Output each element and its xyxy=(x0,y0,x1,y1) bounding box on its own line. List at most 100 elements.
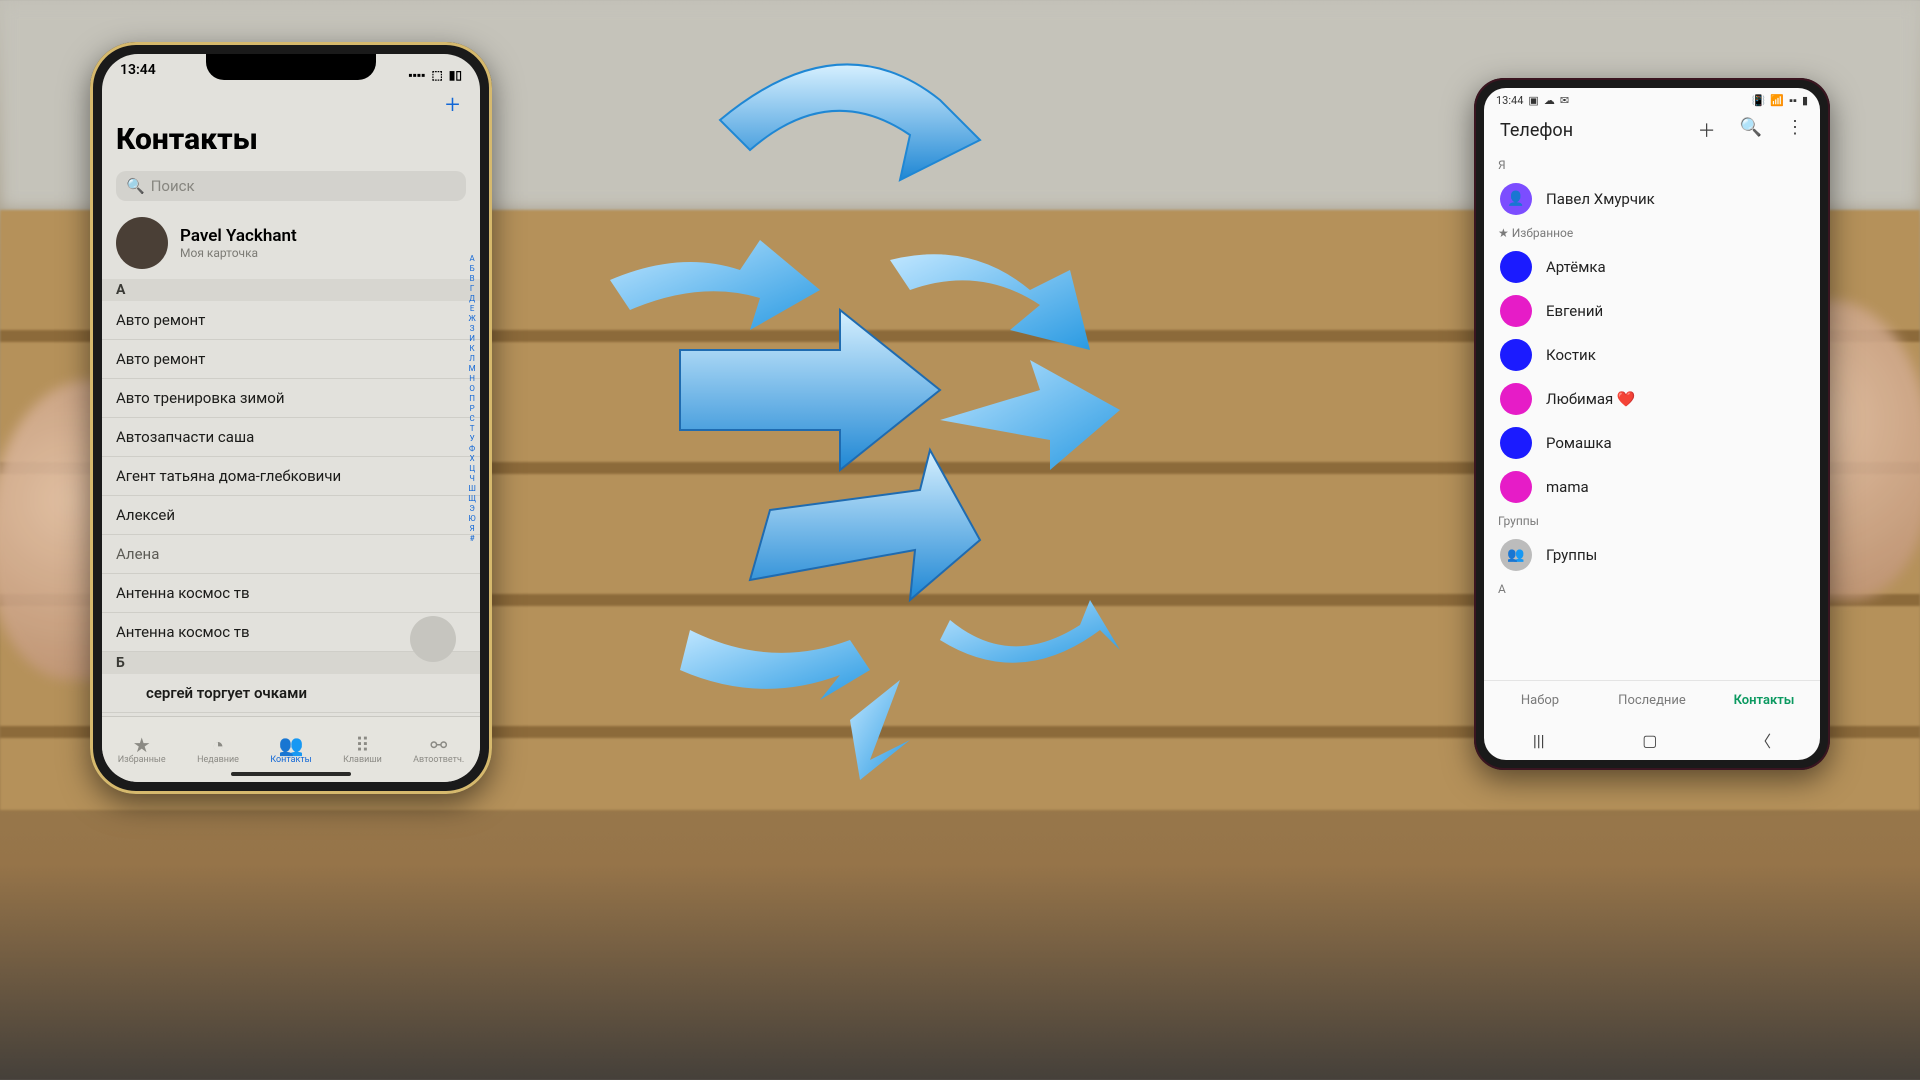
me-contact-row[interactable]: 👤 Павел Хмурчик xyxy=(1484,177,1820,221)
wifi-icon: 📶 xyxy=(1770,94,1784,107)
contact-name: Ромашка xyxy=(1546,434,1612,452)
android-device: 13:44 ▣ ☁ ✉ 📳 📶 ▪▪ ▮ Телефон ＋ 🔍 ⋮ Я 👤 xyxy=(1474,78,1830,770)
more-button[interactable]: ⋮ xyxy=(1786,117,1804,143)
index-letter[interactable]: Щ xyxy=(468,494,476,503)
alphabet-index[interactable]: АБВГДЕЖЗИКЛМНОПРСТУФХЦЧШЩЭЮЯ# xyxy=(468,254,476,543)
favorite-contact-row[interactable]: Артёмка xyxy=(1484,245,1820,289)
status-time: 13:44 xyxy=(120,62,156,88)
contact-color-icon xyxy=(1500,427,1532,459)
tab-Контакты[interactable]: 👥Контакты xyxy=(270,735,311,765)
vibrate-icon: 📳 xyxy=(1752,94,1766,107)
home-indicator[interactable] xyxy=(231,772,351,776)
contact-list[interactable]: AАвто ремонтАвто ремонтАвто тренировка з… xyxy=(102,279,480,752)
iphone-notch xyxy=(206,54,376,80)
contact-row[interactable]: Алексей xyxy=(102,496,480,535)
notification-icon: ▣ xyxy=(1528,94,1538,107)
index-letter[interactable]: И xyxy=(468,334,476,343)
contact-row[interactable]: сергей торгует очками xyxy=(102,674,480,713)
index-letter[interactable]: Ч xyxy=(468,474,476,483)
person-icon: 👤 xyxy=(1500,183,1532,215)
contact-row[interactable]: Агент татьяна дома-глебковичи xyxy=(102,457,480,496)
index-letter[interactable]: О xyxy=(468,384,476,393)
tab-Контакты[interactable]: Контакты xyxy=(1708,681,1820,720)
search-icon: 🔍 xyxy=(126,177,145,195)
index-letter[interactable]: К xyxy=(468,344,476,353)
index-letter[interactable]: Ф xyxy=(468,444,476,453)
contact-color-icon xyxy=(1500,383,1532,415)
cloud-icon: ☁ xyxy=(1544,94,1555,107)
recents-nav-icon[interactable]: ||| xyxy=(1533,731,1545,750)
index-letter[interactable]: Т xyxy=(468,424,476,433)
favorite-contact-row[interactable]: Ромашка xyxy=(1484,421,1820,465)
section-favorites: Избранное xyxy=(1484,221,1820,245)
tab-label: Недавние xyxy=(197,755,239,765)
android-nav-bar: ||| ▢ 〈 xyxy=(1484,720,1820,760)
favorite-contact-row[interactable]: mama xyxy=(1484,465,1820,509)
back-nav-icon[interactable]: 〈 xyxy=(1755,728,1771,752)
page-title: Контакты xyxy=(116,122,466,157)
my-card-row[interactable]: Pavel Yackhant Моя карточка xyxy=(102,209,480,279)
wifi-icon: ⬚ xyxy=(431,68,442,82)
index-letter[interactable]: С xyxy=(468,414,476,423)
tab-icon: 👥 xyxy=(270,735,311,755)
groups-row[interactable]: 👥 Группы xyxy=(1484,533,1820,577)
contact-name: Евгений xyxy=(1546,302,1603,320)
add-contact-button[interactable]: + xyxy=(116,90,466,120)
contact-name: Любимая ❤️ xyxy=(1546,390,1636,408)
contact-name: Костик xyxy=(1546,346,1596,364)
index-letter[interactable]: Ш xyxy=(468,484,476,493)
index-letter[interactable]: Э xyxy=(468,504,476,513)
tab-Клавиши[interactable]: ⠿Клавиши xyxy=(343,735,382,765)
contact-row[interactable]: Авто ремонт xyxy=(102,301,480,340)
tab-Избранные[interactable]: ★Избранные xyxy=(118,735,166,765)
index-letter[interactable]: А xyxy=(468,254,476,263)
contact-row[interactable]: Авто ремонт xyxy=(102,340,480,379)
index-letter[interactable]: З xyxy=(468,324,476,333)
index-letter[interactable]: Е xyxy=(468,304,476,313)
index-letter[interactable]: Х xyxy=(468,454,476,463)
index-letter[interactable]: Н xyxy=(468,374,476,383)
assistive-touch-icon[interactable] xyxy=(410,616,456,662)
home-nav-icon[interactable]: ▢ xyxy=(1642,731,1657,750)
index-letter[interactable]: Я xyxy=(468,524,476,533)
index-letter[interactable]: Ц xyxy=(468,464,476,473)
index-letter[interactable]: М xyxy=(468,364,476,373)
contact-row[interactable]: Авто тренировка зимой xyxy=(102,379,480,418)
index-letter[interactable]: Ж xyxy=(468,314,476,323)
index-letter[interactable]: Г xyxy=(468,284,476,293)
index-letter[interactable]: В xyxy=(468,274,476,283)
battery-icon: ▮▯ xyxy=(449,68,462,82)
index-letter[interactable]: У xyxy=(468,434,476,443)
index-letter[interactable]: Р xyxy=(468,404,476,413)
tab-Набор[interactable]: Набор xyxy=(1484,681,1596,720)
index-letter[interactable]: Л xyxy=(468,354,476,363)
add-button[interactable]: ＋ xyxy=(1698,117,1716,143)
contact-row[interactable]: Антенна космос тв xyxy=(102,574,480,613)
section-me: Я xyxy=(1484,153,1820,177)
favorite-contact-row[interactable]: Евгений xyxy=(1484,289,1820,333)
my-card-subtitle: Моя карточка xyxy=(180,246,297,260)
contact-color-icon xyxy=(1500,471,1532,503)
contact-row[interactable]: Автозапчасти саша xyxy=(102,418,480,457)
index-letter[interactable]: П xyxy=(468,394,476,403)
contact-row[interactable]: Алена xyxy=(102,535,480,574)
favorite-contact-row[interactable]: Любимая ❤️ xyxy=(1484,377,1820,421)
groups-label: Группы xyxy=(1546,546,1597,564)
index-letter[interactable]: # xyxy=(468,534,476,543)
tab-Последние[interactable]: Последние xyxy=(1596,681,1708,720)
section-groups: Группы xyxy=(1484,509,1820,533)
index-letter[interactable]: Ю xyxy=(468,514,476,523)
search-button[interactable]: 🔍 xyxy=(1740,117,1762,143)
tab-Автоответч.[interactable]: ⚯Автоответч. xyxy=(413,735,464,765)
index-letter[interactable]: Д xyxy=(468,294,476,303)
signal-icon: ▪▪ xyxy=(1789,94,1797,107)
tab-icon: ⚯ xyxy=(413,735,464,755)
index-letter[interactable]: Б xyxy=(468,264,476,273)
search-input[interactable]: 🔍 Поиск xyxy=(116,171,466,201)
tab-label: Избранные xyxy=(118,755,166,765)
tab-Недавние[interactable]: ◔Недавние xyxy=(197,735,239,765)
transfer-arrows-graphic xyxy=(560,40,1180,790)
section-letter-a: А xyxy=(1484,577,1820,601)
contact-color-icon xyxy=(1500,295,1532,327)
favorite-contact-row[interactable]: Костик xyxy=(1484,333,1820,377)
